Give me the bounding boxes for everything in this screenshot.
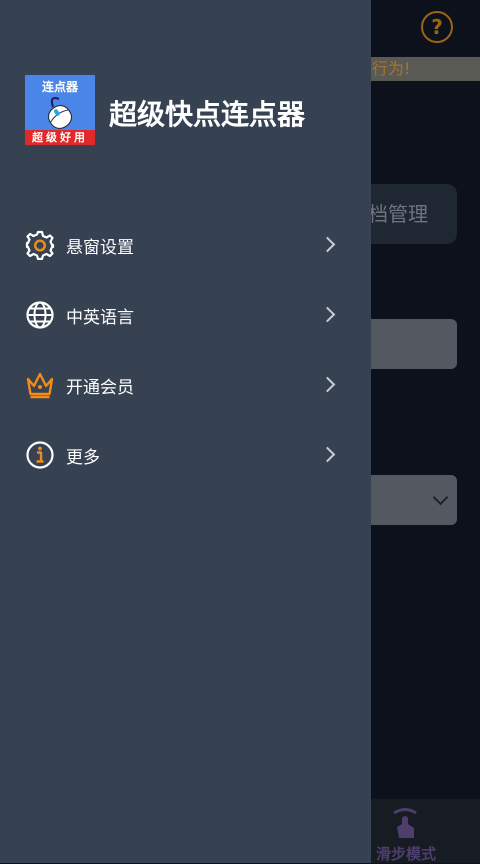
- menu-item-label: 中英语言: [66, 308, 134, 328]
- menu-item-label: 更多: [66, 448, 100, 468]
- gear-icon: [25, 230, 55, 260]
- menu-item-float-settings[interactable]: 悬窗设置: [0, 216, 371, 272]
- chevron-down-icon: [432, 489, 449, 506]
- info-icon: [26, 441, 54, 469]
- menu-item-language[interactable]: 中英语言: [0, 286, 371, 342]
- logo-bottom-text: 超级好用: [25, 130, 95, 145]
- swipe-gesture-icon: [393, 808, 417, 838]
- mouse-icon: [48, 97, 72, 129]
- menu-item-label: 悬窗设置: [66, 238, 134, 258]
- crown-icon: [26, 372, 54, 399]
- logo-top-text: 连点器: [41, 80, 78, 94]
- navigation-drawer: 连点器 超级好用 超级快点连点器 悬窗设置 中英语言 开通会员 更多: [0, 0, 371, 863]
- notice-text: 行为!: [372, 59, 411, 78]
- chevron-right-icon: [319, 236, 336, 253]
- menu-item-label: 开通会员: [66, 378, 134, 398]
- app-logo: 连点器 超级好用: [25, 75, 95, 145]
- tab-swipe-mode-label: 滑步模式: [376, 845, 437, 863]
- help-icon[interactable]: ?: [421, 11, 453, 43]
- menu-item-more[interactable]: 更多: [0, 426, 371, 482]
- archive-manage-label: 档管理: [368, 202, 428, 226]
- chevron-right-icon: [319, 376, 336, 393]
- menu-item-vip[interactable]: 开通会员: [0, 356, 371, 412]
- chevron-right-icon: [319, 306, 336, 323]
- tab-swipe-mode[interactable]: 滑步模式: [372, 799, 440, 863]
- globe-icon: [26, 301, 54, 329]
- app-title: 超级快点连点器: [109, 98, 306, 131]
- chevron-right-icon: [319, 446, 336, 463]
